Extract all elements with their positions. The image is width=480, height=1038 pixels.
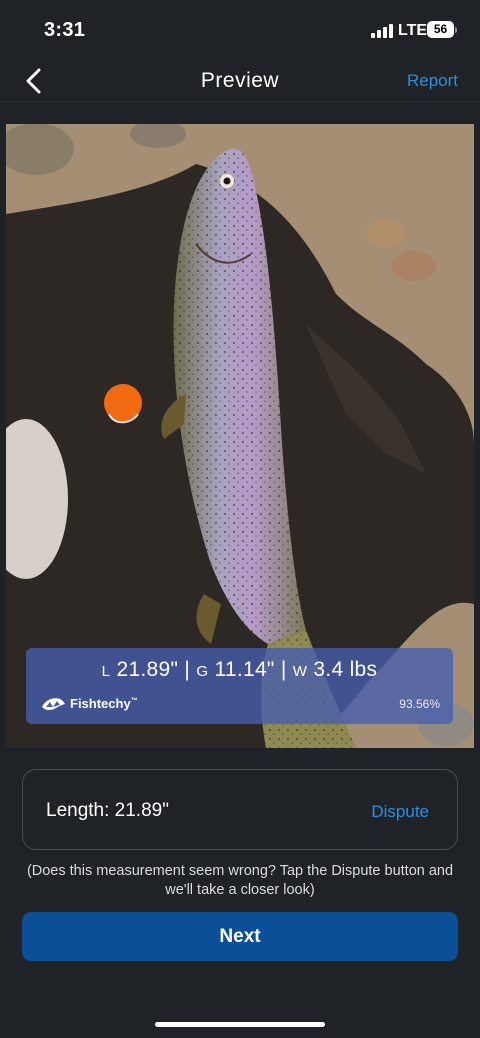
nav-bar: Preview Report	[0, 60, 480, 102]
measurement-overlay: L 21.89" | G 11.14" | W 3.4 lbs Fishtech…	[26, 648, 453, 724]
battery-icon: 56	[427, 21, 457, 39]
separator: |	[184, 658, 191, 681]
separator: |	[280, 658, 287, 681]
overlay-girth-value: 11.14"	[214, 658, 275, 681]
measurement-summary: L 21.89" | G 11.14" | W 3.4 lbs	[26, 658, 453, 682]
fishtechy-logo-icon	[42, 698, 65, 711]
length-label: Length: 21.89"	[46, 800, 169, 821]
overlay-length-value: 21.89"	[116, 658, 179, 681]
home-indicator	[155, 1022, 325, 1027]
overlay-weight-value: 3.4 lbs	[313, 658, 378, 681]
dispute-button[interactable]: Dispute	[371, 802, 429, 822]
cellular-signal-icon	[371, 24, 393, 38]
network-label: LTE	[398, 22, 428, 39]
battery-level: 56	[427, 21, 454, 38]
brand-name: Fishtechy™	[70, 695, 138, 711]
weight-prefix: W	[292, 663, 308, 680]
status-time: 3:31	[44, 19, 86, 41]
help-text: (Does this measurement seem wrong? Tap t…	[26, 863, 454, 898]
length-prefix: L	[101, 663, 111, 680]
confidence-score: 93.56%	[399, 697, 440, 711]
report-button[interactable]: Report	[407, 71, 458, 91]
length-card: Length: 21.89" Dispute	[22, 769, 458, 850]
girth-prefix: G	[196, 663, 209, 680]
brand-logo: Fishtechy™	[40, 692, 138, 714]
status-bar: 3:31 LTE 56	[0, 0, 480, 60]
next-button[interactable]: Next	[22, 912, 458, 961]
